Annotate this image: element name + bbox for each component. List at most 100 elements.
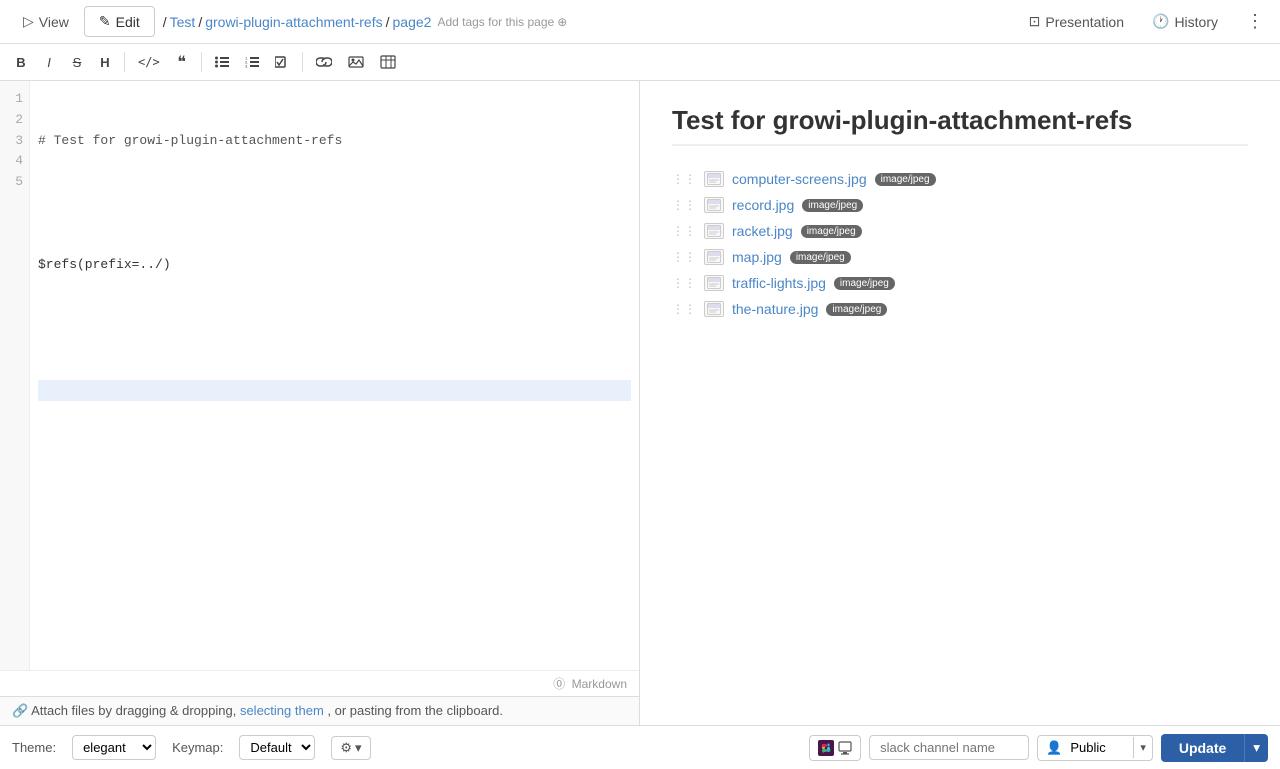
- edit-label: Edit: [116, 14, 140, 30]
- link-icon: [316, 56, 332, 68]
- breadcrumb-sep-0: /: [163, 14, 167, 30]
- table-button[interactable]: [373, 51, 403, 73]
- file-thumbnail-icon: [704, 197, 724, 213]
- history-label: History: [1174, 14, 1218, 30]
- mime-badge: image/jpeg: [875, 173, 936, 186]
- view-tab[interactable]: ▷ View: [8, 6, 84, 37]
- checkbox-button[interactable]: [268, 52, 296, 72]
- drag-icon: ⋮⋮: [672, 302, 696, 316]
- italic-button[interactable]: I: [36, 51, 62, 74]
- list-item: ⋮⋮ computer-screens.jpg image/jpeg: [672, 166, 1248, 192]
- breadcrumb-test[interactable]: Test: [170, 14, 196, 30]
- visibility-dropdown[interactable]: Public Restricted Private: [1070, 736, 1133, 759]
- add-tags-icon: ⊕: [557, 15, 567, 29]
- mime-badge: image/jpeg: [790, 251, 851, 264]
- config-button[interactable]: ⚙ ▾: [331, 736, 370, 760]
- attachment-link[interactable]: map.jpg: [732, 249, 782, 265]
- config-icon: ⚙: [340, 740, 352, 756]
- presentation-icon: ⊡: [1029, 13, 1041, 30]
- mime-badge: image/jpeg: [802, 199, 863, 212]
- drag-icon: ⋮⋮: [672, 250, 696, 264]
- breadcrumb-page2[interactable]: page2: [393, 14, 432, 30]
- theme-label: Theme:: [12, 740, 56, 755]
- code-line-3: $refs(prefix=../): [38, 255, 631, 276]
- attach-link[interactable]: selecting them: [240, 703, 324, 718]
- file-thumbnail-icon: [704, 301, 724, 317]
- mime-badge: image/jpeg: [834, 277, 895, 290]
- code-area[interactable]: # Test for growi-plugin-attachment-refs …: [30, 81, 639, 670]
- add-tags[interactable]: Add tags for this page ⊕: [437, 15, 567, 29]
- blockquote-button[interactable]: ❝: [169, 48, 195, 76]
- toolbar-sep-1: [124, 52, 125, 72]
- link-button[interactable]: [309, 52, 339, 72]
- preview-pane: Test for growi-plugin-attachment-refs ⋮⋮…: [640, 81, 1280, 725]
- edit-icon: ✎: [99, 13, 111, 30]
- more-options-button[interactable]: ⋮: [1238, 7, 1272, 36]
- topbar-right: ⊡ Presentation 🕐 History ⋮: [1021, 7, 1272, 36]
- preview-title: Test for growi-plugin-attachment-refs: [672, 105, 1248, 146]
- list-item: ⋮⋮ map.jpg image/jpeg: [672, 244, 1248, 270]
- line-numbers: 1 2 3 4 5: [0, 81, 30, 670]
- edit-tab[interactable]: ✎ Edit: [84, 6, 155, 37]
- file-thumbnail-icon: [704, 223, 724, 239]
- slack-channel-input[interactable]: [869, 735, 1029, 760]
- image-icon: [348, 56, 364, 68]
- breadcrumb-sep-1: /: [198, 14, 202, 30]
- table-icon: [380, 55, 396, 69]
- attachment-list: ⋮⋮ computer-screens.jpg image/jpeg ⋮⋮: [672, 166, 1248, 322]
- unordered-list-button[interactable]: [208, 52, 236, 72]
- theme-select-wrap: elegant monokai material: [72, 735, 156, 760]
- update-dropdown-button[interactable]: ▾: [1244, 734, 1268, 762]
- checkbox-icon: [275, 56, 289, 68]
- strikethrough-button[interactable]: S: [64, 51, 90, 74]
- toolbar-sep-3: [302, 52, 303, 72]
- attach-bar: 🔗 Attach files by dragging & dropping, s…: [0, 696, 639, 725]
- visibility-arrow[interactable]: ▾: [1133, 737, 1152, 758]
- breadcrumb-plugin[interactable]: growi-plugin-attachment-refs: [205, 14, 382, 30]
- bold-button[interactable]: B: [8, 51, 34, 74]
- ordered-list-button[interactable]: 1. 2. 3.: [238, 52, 266, 72]
- editor-toolbar: B I S H </> ❝ 1. 2. 3.: [0, 44, 1280, 81]
- attach-prefix: Attach files by dragging & dropping,: [31, 703, 240, 718]
- update-btn-wrap: Update ▾: [1161, 734, 1268, 762]
- ol-icon: 1. 2. 3.: [245, 56, 259, 68]
- history-button[interactable]: 🕐 History: [1144, 9, 1226, 34]
- code-line-5: [38, 380, 631, 401]
- heading-button[interactable]: H: [92, 51, 118, 74]
- ul-icon: [215, 56, 229, 68]
- mime-badge: image/jpeg: [801, 225, 862, 238]
- attachment-link[interactable]: the-nature.jpg: [732, 301, 818, 317]
- breadcrumb-sep-2: /: [386, 14, 390, 30]
- attachment-link[interactable]: racket.jpg: [732, 223, 793, 239]
- theme-select[interactable]: elegant monokai material: [72, 735, 156, 760]
- code-inline-button[interactable]: </>: [131, 51, 167, 73]
- bottombar: Theme: elegant monokai material Keymap: …: [0, 725, 1280, 769]
- list-item: ⋮⋮ record.jpg image/jpeg: [672, 192, 1248, 218]
- drag-icon: ⋮⋮: [672, 172, 696, 186]
- image-button[interactable]: [341, 52, 371, 72]
- update-button[interactable]: Update: [1161, 734, 1244, 762]
- drag-icon: ⋮⋮: [672, 198, 696, 212]
- slack-icon-button[interactable]: [809, 735, 861, 761]
- markdown-icon: ⓪: [553, 677, 565, 691]
- toolbar-sep-2: [201, 52, 202, 72]
- attachment-link[interactable]: traffic-lights.jpg: [732, 275, 826, 291]
- list-item: ⋮⋮ the-nature.jpg image/jpeg: [672, 296, 1248, 322]
- file-thumbnail-icon: [704, 249, 724, 265]
- attachment-link[interactable]: computer-screens.jpg: [732, 171, 867, 187]
- bottombar-right: 👤 Public Restricted Private ▾ Update ▾: [809, 734, 1268, 762]
- history-icon: 🕐: [1152, 13, 1169, 30]
- code-line-1: # Test for growi-plugin-attachment-refs: [38, 131, 631, 152]
- visibility-select: 👤 Public Restricted Private ▾: [1037, 735, 1153, 761]
- attachment-link[interactable]: record.jpg: [732, 197, 794, 213]
- keymap-select-wrap: Default Vim Emacs: [239, 735, 315, 760]
- editor-content[interactable]: 1 2 3 4 5 # Test for growi-plugin-attach…: [0, 81, 639, 670]
- screen-icon: [838, 741, 852, 755]
- attach-icon: 🔗: [12, 703, 28, 718]
- drag-icon: ⋮⋮: [672, 276, 696, 290]
- presentation-label: Presentation: [1045, 14, 1124, 30]
- keymap-select[interactable]: Default Vim Emacs: [239, 735, 315, 760]
- presentation-button[interactable]: ⊡ Presentation: [1021, 9, 1132, 34]
- editor-footer: ⓪ Markdown: [0, 670, 639, 696]
- file-thumbnail-icon: [704, 171, 724, 187]
